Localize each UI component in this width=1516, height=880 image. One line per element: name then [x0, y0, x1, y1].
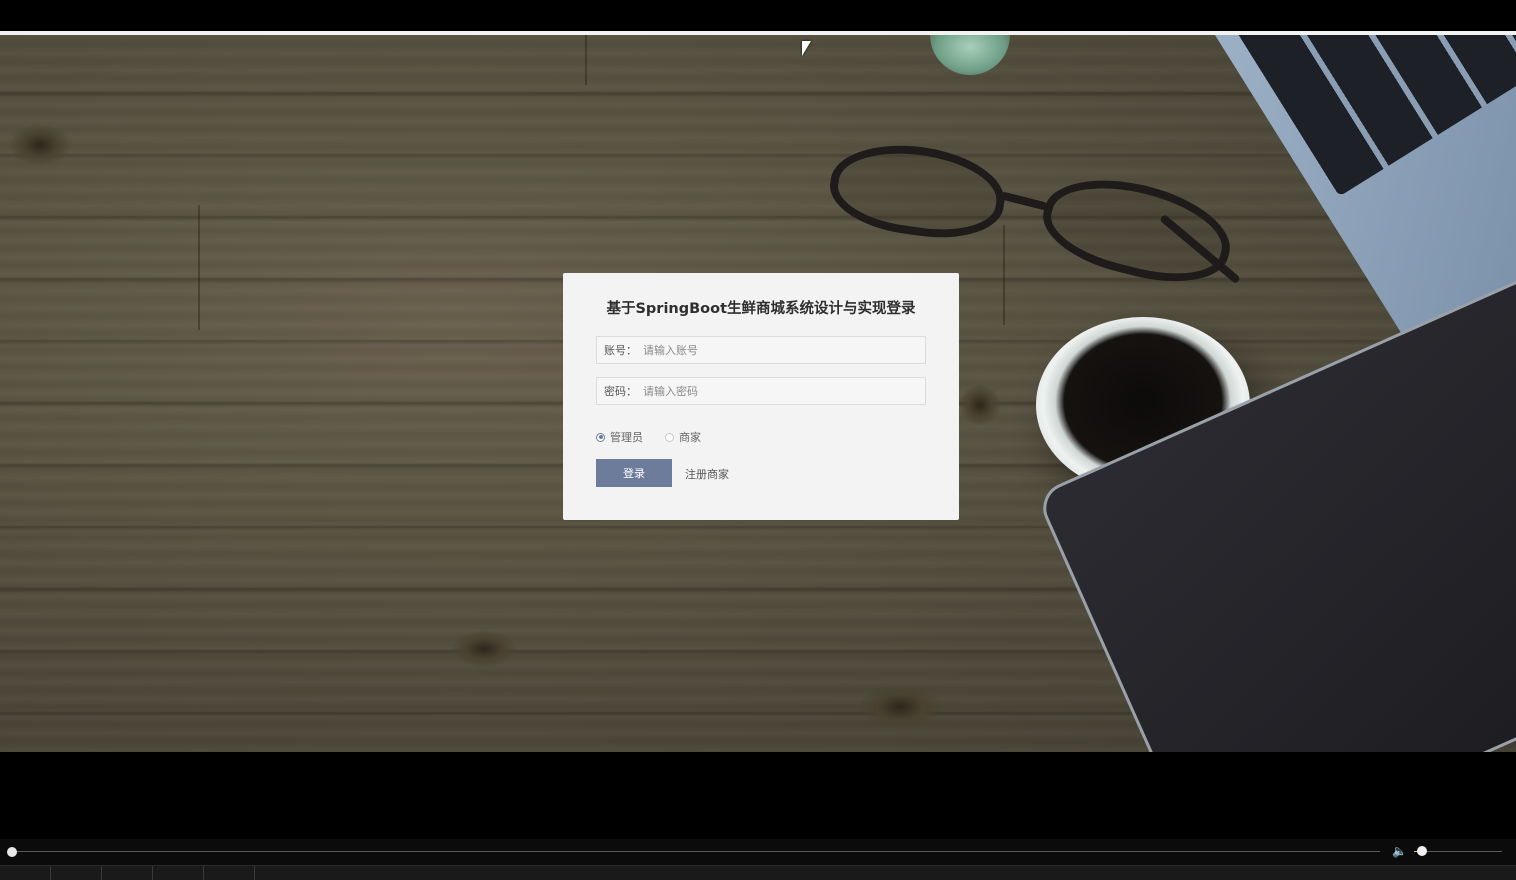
password-field[interactable]: 密码：	[596, 377, 926, 405]
progress-track[interactable]	[12, 851, 1380, 852]
password-input[interactable]	[637, 378, 925, 404]
login-card: 基于SpringBoot生鲜商城系统设计与实现登录 账号： 密码： 管理员 商家…	[563, 273, 959, 520]
taskbar-slot[interactable]	[204, 866, 255, 880]
plank-seam	[585, 35, 587, 85]
plank-seam	[1003, 225, 1005, 325]
role-radio-group: 管理员 商家	[596, 429, 723, 445]
account-field[interactable]: 账号：	[596, 336, 926, 364]
plank-seam	[198, 205, 200, 330]
volume-icon[interactable]: 🔈	[1392, 844, 1408, 858]
taskbar-slot[interactable]	[51, 866, 102, 880]
wood-knot	[960, 385, 1000, 425]
role-label-admin: 管理员	[610, 431, 643, 444]
volume-track[interactable]	[1414, 851, 1502, 852]
video-control-bar: 🔈	[0, 839, 1516, 865]
account-input[interactable]	[637, 337, 925, 363]
taskbar-slot[interactable]	[153, 866, 204, 880]
volume-handle[interactable]	[1416, 846, 1427, 856]
laptop-keyboard	[1217, 35, 1516, 197]
tablet-decoration	[1035, 234, 1516, 752]
role-label-merchant: 商家	[679, 431, 701, 444]
login-title: 基于SpringBoot生鲜商城系统设计与实现登录	[606, 301, 916, 317]
glasses-left-lens	[824, 135, 1011, 247]
account-label: 账号：	[604, 344, 637, 357]
glasses-right-lens	[1033, 163, 1241, 297]
wood-knot	[452, 631, 516, 667]
glasses-bridge	[999, 191, 1049, 211]
role-option-merchant[interactable]: 商家	[665, 429, 701, 445]
plant-decoration	[930, 35, 1010, 75]
taskbar-slot[interactable]	[0, 866, 51, 880]
password-label: 密码：	[604, 385, 637, 398]
radio-checked-icon[interactable]	[596, 432, 605, 442]
top-black-bar	[0, 0, 1516, 28]
taskbar-slot[interactable]	[102, 866, 153, 880]
radio-unchecked-icon[interactable]	[665, 432, 674, 442]
mouse-cursor-icon	[802, 41, 811, 56]
login-button[interactable]: 登录	[596, 459, 672, 487]
role-option-admin[interactable]: 管理员	[596, 429, 643, 445]
wood-knot	[10, 125, 70, 165]
wood-knot	[860, 685, 940, 729]
register-merchant-link[interactable]: 注册商家	[685, 466, 729, 482]
taskbar	[0, 865, 1516, 880]
progress-handle[interactable]	[7, 847, 17, 857]
